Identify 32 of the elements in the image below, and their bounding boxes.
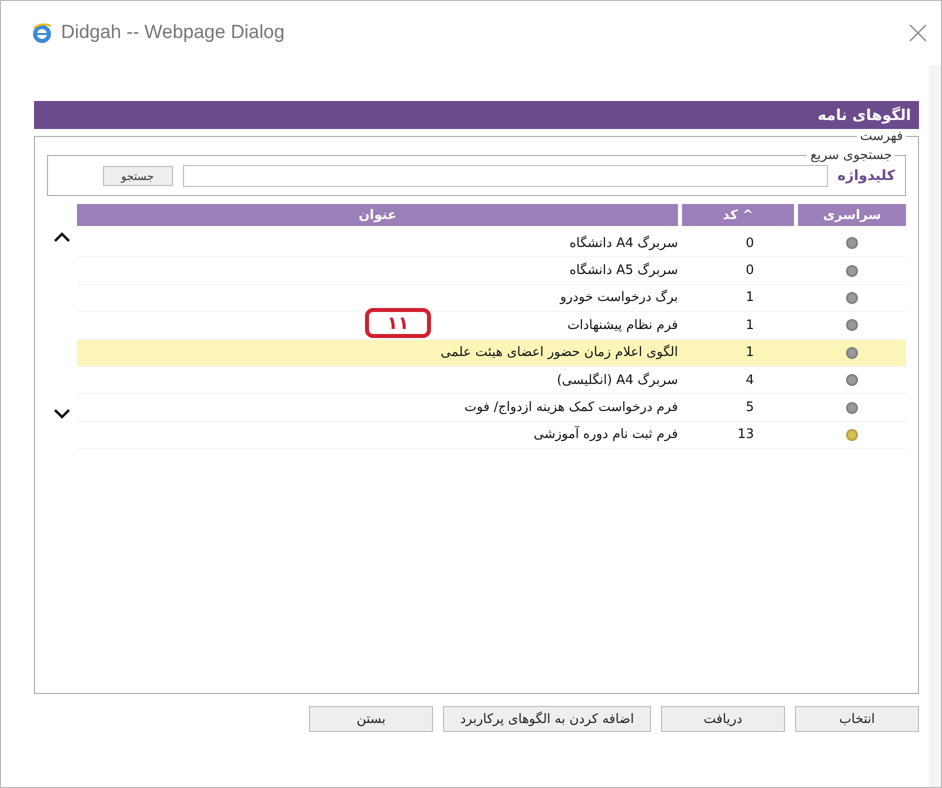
title-cell: سربرگ A4 دانشگاه: [570, 236, 678, 251]
browser-logo-icon: [31, 22, 53, 44]
dialog-button[interactable]: انتخاب: [795, 706, 919, 732]
code-cell-text: 0: [744, 263, 755, 278]
dialog-button[interactable]: دریافت: [661, 706, 785, 732]
code-cell-text: 13: [736, 427, 755, 442]
panel-header: الگوهای نامه: [34, 101, 919, 129]
callout-badge: ۱۱: [365, 308, 431, 338]
title-cell: سربرگ A4 (انگلیسی): [556, 372, 678, 388]
code-cell-text: 4: [744, 372, 755, 388]
scroll-up-icon[interactable]: [54, 232, 70, 242]
dialog-button[interactable]: بستن: [309, 706, 434, 732]
code-cell-text: 1: [744, 318, 755, 333]
title-cell: فرم ثبت نام دوره آموزشی: [534, 427, 678, 442]
window-title: Didgah -- Webpage Dialog: [61, 22, 286, 44]
title-cell: برگ درخواست خودرو: [560, 290, 678, 306]
dialog-button[interactable]: اضافه کردن به الگوهای پرکاربرد: [443, 706, 651, 732]
keyword-field[interactable]: [182, 165, 828, 187]
title-cell: الگوی اعلام زمان حضور اعضای هیئت علمی: [440, 345, 678, 360]
search-button[interactable]: جستجو: [102, 166, 173, 186]
title-cell: فرم نظام پیشنهادات: [567, 318, 678, 333]
keyword-label: کلیدواژه: [838, 168, 895, 184]
group-legend: فهرست: [856, 129, 906, 144]
code-cell-text: 0: [744, 236, 755, 251]
code-cell-text: 1: [744, 345, 755, 360]
close-icon[interactable]: [909, 24, 927, 42]
group-legend: جستجوی سریع: [807, 148, 895, 163]
scroll-down-icon[interactable]: [54, 409, 70, 420]
title-cell: سربرگ A5 دانشگاه: [570, 263, 678, 278]
code-cell-text: 5: [744, 400, 755, 416]
title-cell: فرم درخواست کمک هزینه ازدواج/ فوت: [464, 400, 678, 416]
code-cell-text: 1: [744, 290, 755, 306]
